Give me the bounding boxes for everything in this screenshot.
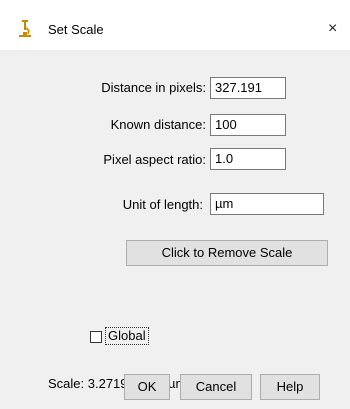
title-bar: Set Scale ×: [0, 0, 350, 50]
remove-scale-button[interactable]: Click to Remove Scale: [126, 240, 328, 266]
pixel-aspect-ratio-field[interactable]: 1.0: [210, 148, 286, 170]
pixel-aspect-ratio-label: Pixel aspect ratio:: [103, 152, 206, 167]
window-title: Set Scale: [48, 22, 104, 37]
ok-button[interactable]: OK: [124, 374, 170, 400]
cancel-button[interactable]: Cancel: [180, 374, 252, 400]
microscope-icon: [19, 20, 31, 37]
distance-in-pixels-field[interactable]: 327.191: [210, 77, 286, 99]
dialog-body: Distance in pixels: 327.191 Known distan…: [0, 50, 350, 409]
distance-in-pixels-label: Distance in pixels:: [101, 80, 206, 95]
known-distance-label: Known distance:: [110, 117, 206, 132]
global-checkbox-label[interactable]: Global: [105, 327, 149, 345]
help-button[interactable]: Help: [260, 374, 320, 400]
close-icon: ×: [328, 20, 338, 37]
global-checkbox[interactable]: [90, 331, 102, 343]
known-distance-field[interactable]: 100: [210, 114, 286, 136]
close-button[interactable]: ×: [328, 18, 350, 40]
unit-of-length-field[interactable]: µm: [210, 193, 324, 215]
unit-of-length-label: Unit of length:: [122, 197, 203, 212]
